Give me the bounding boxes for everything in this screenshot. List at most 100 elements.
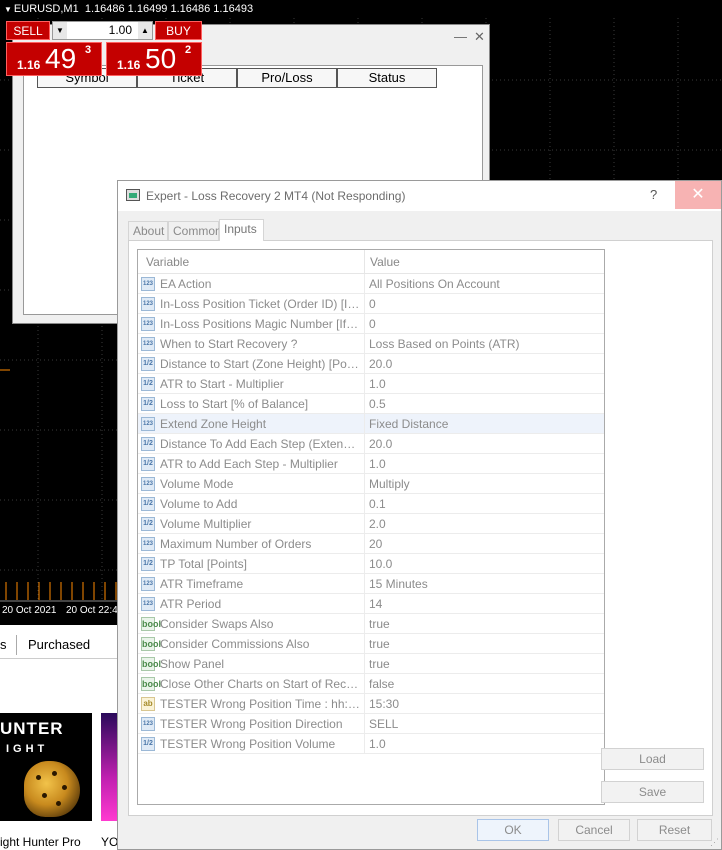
reset-button[interactable]: Reset [637, 819, 712, 841]
input-row[interactable]: 123 In-Loss Position Ticket (Order ID) [I… [138, 294, 604, 314]
input-row[interactable]: 123 TESTER Wrong Position Direction SELL [138, 714, 604, 734]
product-thumbnail[interactable]: UNTER IGHT [0, 713, 92, 821]
column-divider [364, 354, 365, 374]
input-value[interactable]: 10.0 [369, 557, 599, 571]
input-value[interactable]: 0 [369, 317, 599, 331]
input-value[interactable]: Fixed Distance [369, 417, 599, 431]
ok-button[interactable]: OK [477, 819, 549, 841]
input-row[interactable]: 1/2 ATR to Add Each Step - Multiplier 1.0 [138, 454, 604, 474]
dialog-title-bar[interactable]: Expert - Loss Recovery 2 MT4 (Not Respon… [118, 181, 721, 211]
minimize-icon[interactable]: — [454, 29, 467, 44]
input-row[interactable]: 1/2 Loss to Start [% of Balance] 0.5 [138, 394, 604, 414]
input-row[interactable]: 123 Maximum Number of Orders 20 [138, 534, 604, 554]
input-value[interactable]: 0.1 [369, 497, 599, 511]
input-row[interactable]: 123 In-Loss Positions Magic Number [If Ac… [138, 314, 604, 334]
input-value[interactable]: 2.0 [369, 517, 599, 531]
input-value[interactable]: true [369, 637, 599, 651]
input-row[interactable]: 1/2 Distance to Start (Zone Height) [Poin… [138, 354, 604, 374]
column-divider [364, 334, 365, 354]
sell-price-button[interactable]: 1.16 49 3 [6, 42, 102, 76]
inputs-tab-content: Variable Value 123 EA Action All Positions… [128, 240, 713, 816]
close-icon[interactable]: ✕ [675, 181, 721, 209]
input-row[interactable]: bool Consider Commissions Also true [138, 634, 604, 654]
column-divider [364, 694, 365, 714]
input-value[interactable]: 1.0 [369, 457, 599, 471]
input-row[interactable]: 1/2 Distance To Add Each Step (Extending … [138, 434, 604, 454]
input-value[interactable]: All Positions On Account [369, 277, 599, 291]
input-row[interactable]: 1/2 Volume Multiplier 2.0 [138, 514, 604, 534]
resize-grip-icon[interactable]: ⋰ [710, 837, 720, 847]
chart-symbol: EURUSD,M1 [13, 3, 79, 15]
column-divider [364, 514, 365, 534]
increase-arrow-icon[interactable]: ▲ [138, 22, 152, 39]
product-name[interactable]: ight Hunter Pro [0, 835, 81, 849]
column-variable[interactable]: Variable [146, 255, 189, 269]
header-profit-loss[interactable]: Pro/Loss [237, 68, 337, 88]
input-row[interactable]: 1/2 TESTER Wrong Position Volume 1.0 [138, 734, 604, 754]
load-button[interactable]: Load [601, 748, 704, 770]
decrease-arrow-icon[interactable]: ▼ [53, 22, 67, 39]
input-name: In-Loss Position Ticket (Order ID) [If A… [160, 297, 360, 311]
input-value[interactable]: 1.0 [369, 737, 599, 751]
input-name: Consider Commissions Also [160, 637, 310, 651]
buy-price-button[interactable]: 1.16 50 2 [106, 42, 202, 76]
column-divider [364, 474, 365, 494]
input-row[interactable]: 123 Extend Zone Height Fixed Distance [138, 414, 604, 434]
input-value[interactable]: 15:30 [369, 697, 599, 711]
input-value[interactable]: 14 [369, 597, 599, 611]
input-row[interactable]: 123 When to Start Recovery ? Loss Based on… [138, 334, 604, 354]
column-divider [364, 714, 365, 734]
cancel-button[interactable]: Cancel [558, 819, 630, 841]
header-status[interactable]: Status [337, 68, 437, 88]
input-row[interactable]: 1/2 Volume to Add 0.1 [138, 494, 604, 514]
input-value[interactable]: 1.0 [369, 377, 599, 391]
input-value[interactable]: Loss Based on Points (ATR) [369, 337, 599, 351]
help-icon[interactable]: ? [650, 187, 657, 202]
integer-type-icon: 123 [141, 477, 155, 491]
input-row[interactable]: 123 EA Action All Positions On Account [138, 274, 604, 294]
inputs-table[interactable]: Variable Value 123 EA Action All Positions… [137, 249, 605, 805]
buy-price-prefix: 1.16 [117, 58, 141, 72]
input-value[interactable]: SELL [369, 717, 599, 731]
buy-button[interactable]: BUY [155, 21, 202, 40]
input-value[interactable]: true [369, 657, 599, 671]
input-value[interactable]: 20.0 [369, 357, 599, 371]
input-row[interactable]: 123 ATR Timeframe 15 Minutes [138, 574, 604, 594]
input-row[interactable]: 123 ATR Period 14 [138, 594, 604, 614]
input-row[interactable]: 1/2 ATR to Start - Multiplier 1.0 [138, 374, 604, 394]
tab-partial[interactable]: s [0, 637, 7, 652]
tab-about[interactable]: About [128, 221, 168, 240]
input-row[interactable]: bool Consider Swaps Also true [138, 614, 604, 634]
lot-size-stepper[interactable]: ▼ 1.00 ▲ [52, 21, 153, 40]
input-name: Distance to Start (Zone Height) [Points] [160, 357, 360, 371]
input-name: Close Other Charts on Start of Recovery [160, 677, 360, 691]
column-divider [364, 554, 365, 574]
column-value[interactable]: Value [370, 255, 400, 269]
column-divider [364, 274, 365, 294]
input-row[interactable]: ab TESTER Wrong Position Time : hh:mi 15:3… [138, 694, 604, 714]
input-value[interactable]: true [369, 617, 599, 631]
input-row[interactable]: bool Close Other Charts on Start of Recov… [138, 674, 604, 694]
input-value[interactable]: 20.0 [369, 437, 599, 451]
tab-inputs[interactable]: Inputs [219, 219, 264, 241]
tab-purchased[interactable]: Purchased [28, 637, 90, 652]
lot-size-value[interactable]: 1.00 [69, 22, 136, 39]
input-row[interactable]: bool Show Panel true [138, 654, 604, 674]
buy-price-big: 50 [145, 43, 177, 74]
sell-button[interactable]: SELL [6, 21, 50, 40]
input-value[interactable]: Multiply [369, 477, 599, 491]
input-name: Volume Multiplier [160, 517, 252, 531]
input-value[interactable]: false [369, 677, 599, 691]
input-value[interactable]: 0 [369, 297, 599, 311]
input-value[interactable]: 0.5 [369, 397, 599, 411]
input-name: ATR to Start - Multiplier [160, 377, 284, 391]
input-value[interactable]: 20 [369, 537, 599, 551]
save-button[interactable]: Save [601, 781, 704, 803]
column-divider [364, 634, 365, 654]
input-value[interactable]: 15 Minutes [369, 577, 599, 591]
input-row[interactable]: 1/2 TP Total [Points] 10.0 [138, 554, 604, 574]
close-icon[interactable]: ✕ [474, 29, 485, 45]
product-name[interactable]: YO [101, 835, 118, 849]
input-row[interactable]: 123 Volume Mode Multiply [138, 474, 604, 494]
tab-common[interactable]: Common [168, 221, 222, 240]
